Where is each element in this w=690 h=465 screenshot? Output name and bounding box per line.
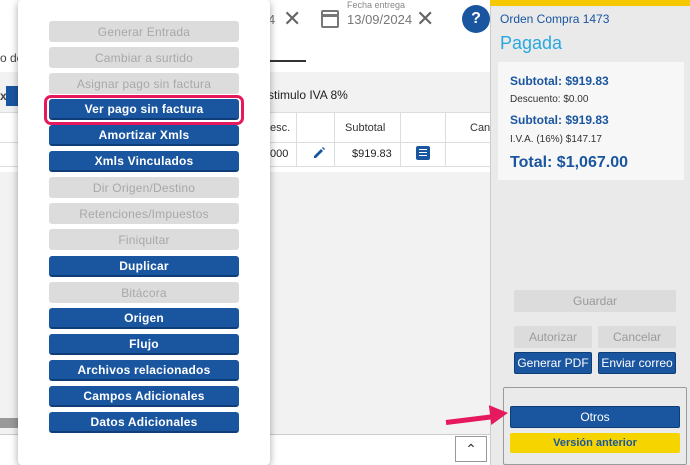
fecha-entrega-value: 13/09/2024 bbox=[347, 12, 413, 27]
enviar-correo-button[interactable]: Enviar correo bbox=[598, 352, 676, 374]
clear-fecha-entrega-icon[interactable]: ✕ bbox=[416, 8, 434, 30]
subtotal-before-discount: Subtotal: $919.83 bbox=[510, 74, 609, 88]
total-value: Total: $1,067.00 bbox=[510, 154, 628, 171]
menu-item-archivos-relacionados[interactable]: Archivos relacionados bbox=[49, 360, 239, 381]
version-anterior-button[interactable]: Versión anterior bbox=[510, 433, 680, 453]
menu-item-amortizar-xmls[interactable]: Amortizar Xmls bbox=[49, 125, 239, 146]
menu-item-cambiar-a-surtido: Cambiar a surtido bbox=[49, 47, 239, 68]
generar-pdf-button[interactable]: Generar PDF bbox=[514, 352, 592, 374]
cancelar-button[interactable]: Cancelar bbox=[598, 326, 676, 348]
column-header-desc: esc. bbox=[270, 122, 291, 134]
column-header-cantidad: Can bbox=[470, 122, 491, 134]
order-status: Pagada bbox=[500, 33, 563, 53]
estimulo-text: stimulo IVA 8% bbox=[268, 88, 348, 102]
menu-item-retenciones-impuestos: Retenciones/Impuestos bbox=[49, 203, 239, 224]
menu-item-campos-adicionales[interactable]: Campos Adicionales bbox=[49, 386, 239, 407]
column-divider bbox=[445, 112, 446, 166]
column-divider bbox=[334, 112, 335, 166]
calendar-icon bbox=[321, 10, 339, 28]
cell-desc: 000 bbox=[270, 148, 289, 160]
column-header-subtotal: Subtotal bbox=[345, 122, 386, 134]
menu-item-asignar-pago-sin-factura: Asignar pago sin factura bbox=[49, 73, 239, 94]
column-divider bbox=[400, 112, 401, 166]
iva-value: I.V.A. (16%) $147.17 bbox=[510, 134, 602, 145]
collapse-button[interactable]: ⌃ bbox=[455, 436, 487, 462]
edit-pencil-icon[interactable] bbox=[312, 146, 326, 160]
help-button[interactable]: ? bbox=[462, 5, 490, 33]
guardar-button[interactable]: Guardar bbox=[514, 290, 676, 312]
menu-item-flujo[interactable]: Flujo bbox=[49, 334, 239, 355]
highlight-annotation bbox=[44, 95, 244, 125]
clear-date-icon[interactable]: ✕ bbox=[283, 8, 301, 30]
menu-item-datos-adicionales[interactable]: Datos Adicionales bbox=[49, 412, 239, 433]
order-title: Orden Compra 1473 bbox=[500, 12, 610, 26]
menu-item-origen[interactable]: Origen bbox=[49, 308, 239, 329]
otros-button[interactable]: Otros bbox=[510, 406, 680, 428]
cell-subtotal: $919.83 bbox=[352, 148, 392, 160]
menu-item-xmls-vinculados[interactable]: Xmls Vinculados bbox=[49, 151, 239, 172]
menu-item-bitacora: Bitácora bbox=[49, 282, 239, 303]
discount-value: Descuento: $0.00 bbox=[510, 94, 589, 105]
menu-item-duplicar[interactable]: Duplicar bbox=[49, 256, 239, 277]
fecha-entrega-label: Fecha entrega bbox=[347, 0, 406, 10]
menu-item-generar-entrada: Generar Entrada bbox=[49, 21, 239, 42]
column-divider bbox=[296, 112, 297, 166]
menu-item-finiquitar: Finiquitar bbox=[49, 229, 239, 250]
menu-item-dir-origen-destino: Dir Origen/Destino bbox=[49, 177, 239, 198]
annotation-arrow-head-icon bbox=[488, 402, 510, 426]
autorizar-button[interactable]: Autorizar bbox=[514, 326, 592, 348]
scrollbar-thumb[interactable] bbox=[0, 418, 18, 428]
panel-accent-strip bbox=[490, 0, 690, 6]
subtotal-after-discount: Subtotal: $919.83 bbox=[510, 113, 609, 127]
details-list-icon[interactable] bbox=[416, 146, 430, 160]
tab-underline bbox=[270, 60, 306, 62]
chevron-up-icon: ⌃ bbox=[465, 440, 477, 457]
